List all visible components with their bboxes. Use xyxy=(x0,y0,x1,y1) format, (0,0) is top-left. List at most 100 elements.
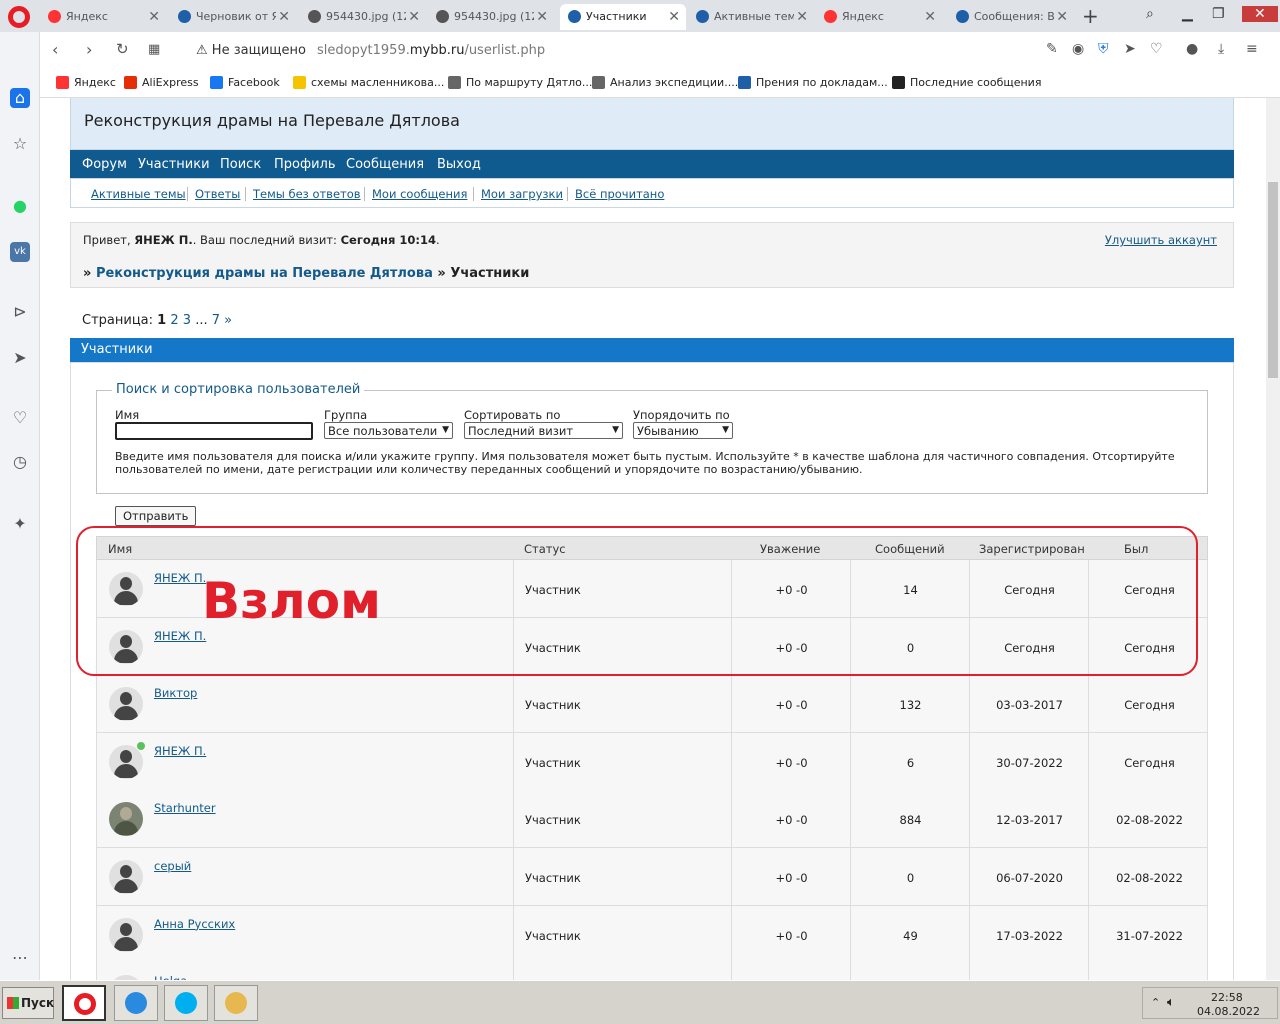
restore-button[interactable]: ❐ xyxy=(1212,6,1225,22)
avatar[interactable] xyxy=(109,860,143,894)
close-tab-icon[interactable]: ✕ xyxy=(1056,9,1068,25)
user-name-link[interactable]: Starhunter xyxy=(154,801,216,815)
heart-icon[interactable]: ♡ xyxy=(1150,41,1163,57)
taskbar-opera[interactable] xyxy=(62,985,106,1021)
scrollbar-thumb[interactable] xyxy=(1268,182,1278,378)
browser-tab[interactable]: Активные темы✕ xyxy=(688,4,814,30)
close-tab-icon[interactable]: ✕ xyxy=(408,9,420,25)
close-tab-icon[interactable]: ✕ xyxy=(278,9,290,25)
new-tab-button[interactable]: + xyxy=(1082,4,1099,28)
opera-logo-icon[interactable] xyxy=(8,6,30,28)
page-link-2[interactable]: 2 xyxy=(170,313,178,328)
more-icon[interactable]: ⋯ xyxy=(10,948,30,968)
send-icon[interactable]: ➤ xyxy=(1124,41,1136,57)
bookmark-item[interactable]: Facebook xyxy=(210,76,280,89)
history-icon[interactable]: ◷ xyxy=(10,452,30,472)
avatar[interactable] xyxy=(109,687,143,722)
browser-tab[interactable]: Черновик от Я ✕ xyxy=(170,4,296,30)
close-tab-icon[interactable]: ✕ xyxy=(796,9,808,25)
bookmark-item[interactable]: AliExpress xyxy=(124,76,199,89)
bulb-icon[interactable]: ✦ xyxy=(10,514,30,534)
clock-date[interactable]: 04.08.2022 xyxy=(1197,1005,1260,1018)
browser-tab[interactable]: Яндекс ✕ xyxy=(40,4,166,30)
camera-icon[interactable]: ◉ xyxy=(1072,41,1084,57)
bookmark-item[interactable]: По маршруту Дятло... xyxy=(448,76,592,89)
clock-time[interactable]: 22:58 xyxy=(1211,991,1243,1004)
home-icon[interactable]: ⌂ xyxy=(10,88,30,108)
bookmark-item[interactable]: Анализ экспедиции.... xyxy=(592,76,738,89)
download-icon[interactable]: ⤓ xyxy=(1218,41,1224,57)
forward-icon[interactable]: › xyxy=(86,40,92,59)
page-link-last[interactable]: 7 xyxy=(212,313,220,328)
close-tab-icon[interactable]: ✕ xyxy=(536,9,548,25)
speed-dial-icon[interactable]: ▦ xyxy=(148,42,160,57)
subnav-link[interactable]: Активные темы xyxy=(91,187,186,201)
volume-icon[interactable]: 🔈︎ xyxy=(1167,995,1175,1010)
player-icon[interactable]: ⊳ xyxy=(10,302,30,322)
upgrade-account-link[interactable]: Улучшить аккаунт xyxy=(1105,233,1217,247)
browser-tab[interactable]: Сообщения: В ✕ xyxy=(948,4,1074,30)
start-button[interactable]: Пуск xyxy=(2,987,54,1019)
user-name-link[interactable]: серый xyxy=(154,859,191,873)
nav-item[interactable]: Сообщения xyxy=(346,157,424,172)
nav-item[interactable]: Форум xyxy=(82,157,127,172)
bookmark-item[interactable]: Прения по докладам... xyxy=(738,76,888,89)
vk-icon[interactable]: vk xyxy=(10,242,30,262)
profile-icon[interactable]: ● xyxy=(1186,41,1198,57)
insecure-warning[interactable]: ⚠ Не защищено xyxy=(196,43,306,58)
name-search-input[interactable] xyxy=(115,422,313,440)
bookmark-item[interactable]: Последние сообщения xyxy=(892,76,1041,89)
nav-item[interactable]: Профиль xyxy=(274,157,336,172)
user-name-link[interactable]: ЯНЕЖ П. xyxy=(154,744,206,758)
subnav-separator xyxy=(364,187,365,201)
bookmark-item[interactable]: Яндекс xyxy=(56,76,116,89)
page-scrollbar[interactable] xyxy=(1266,98,1280,980)
breadcrumb-home-link[interactable]: Реконструкция драмы на Перевале Дятлова xyxy=(96,266,433,281)
subnav-link[interactable]: Темы без ответов xyxy=(253,187,361,201)
search-tabs-icon[interactable]: ⌕ xyxy=(1146,6,1154,22)
sort-select[interactable]: Последний визит ▼ xyxy=(464,422,623,439)
whatsapp-icon[interactable]: ● xyxy=(10,196,30,216)
back-icon[interactable]: ‹ xyxy=(52,40,58,59)
subnav-link[interactable]: Мои сообщения xyxy=(372,187,467,201)
user-name-link[interactable]: Виктор xyxy=(154,686,197,700)
minimize-button[interactable]: ▁ xyxy=(1182,6,1193,22)
subnav-link[interactable]: Мои загрузки xyxy=(481,187,563,201)
browser-tab[interactable]: 954430.jpg (12 ✕ xyxy=(300,4,426,30)
send-icon[interactable]: ➤ xyxy=(10,348,30,368)
page-link-3[interactable]: 3 xyxy=(183,313,191,328)
user-name-link[interactable]: Анна Русских xyxy=(154,917,235,931)
submit-button[interactable]: Отправить xyxy=(115,506,197,526)
browser-tab[interactable]: Яндекс ✕ xyxy=(816,4,942,30)
shield-icon[interactable]: ⛨ xyxy=(1098,41,1109,57)
skype-icon xyxy=(175,992,197,1014)
close-tab-icon[interactable]: ✕ xyxy=(668,9,680,25)
nav-item[interactable]: Участники xyxy=(138,157,210,172)
browser-tab[interactable]: Участники ✕ xyxy=(560,4,686,30)
close-window-button[interactable]: ✕ xyxy=(1242,6,1278,22)
url-field[interactable]: sledopyt1959.mybb.ru/userlist.php xyxy=(317,43,545,58)
taskbar-ie[interactable] xyxy=(114,985,158,1021)
taskbar-skype[interactable] xyxy=(164,985,208,1021)
close-tab-icon[interactable]: ✕ xyxy=(924,9,936,25)
taskbar-paint[interactable] xyxy=(214,985,258,1021)
order-select[interactable]: Убыванию ▼ xyxy=(633,422,733,439)
avatar[interactable] xyxy=(109,917,143,952)
group-select[interactable]: Все пользователи ▼ xyxy=(324,422,453,439)
subnav-link[interactable]: Всё прочитано xyxy=(575,187,664,201)
bookmark-item[interactable]: схемы масленникова... xyxy=(293,76,444,89)
close-tab-icon[interactable]: ✕ xyxy=(148,9,160,25)
star-icon[interactable]: ☆ xyxy=(10,134,30,154)
heart-icon[interactable]: ♡ xyxy=(10,408,30,428)
nav-item[interactable]: Выход xyxy=(437,157,481,172)
nav-item[interactable]: Поиск xyxy=(220,157,261,172)
avatar[interactable] xyxy=(109,802,143,837)
menu-icon[interactable]: ≡ xyxy=(1246,41,1258,57)
edit-icon[interactable]: ✎ xyxy=(1046,41,1058,57)
browser-tab[interactable]: 954430.jpg (12 ✕ xyxy=(428,4,554,30)
subnav-link[interactable]: Ответы xyxy=(195,187,240,201)
page-next-link[interactable]: » xyxy=(224,313,232,328)
avatar[interactable] xyxy=(109,744,143,779)
reload-icon[interactable]: ↻ xyxy=(116,40,129,58)
tray-expand-icon[interactable]: ⌃ xyxy=(1151,996,1160,1009)
